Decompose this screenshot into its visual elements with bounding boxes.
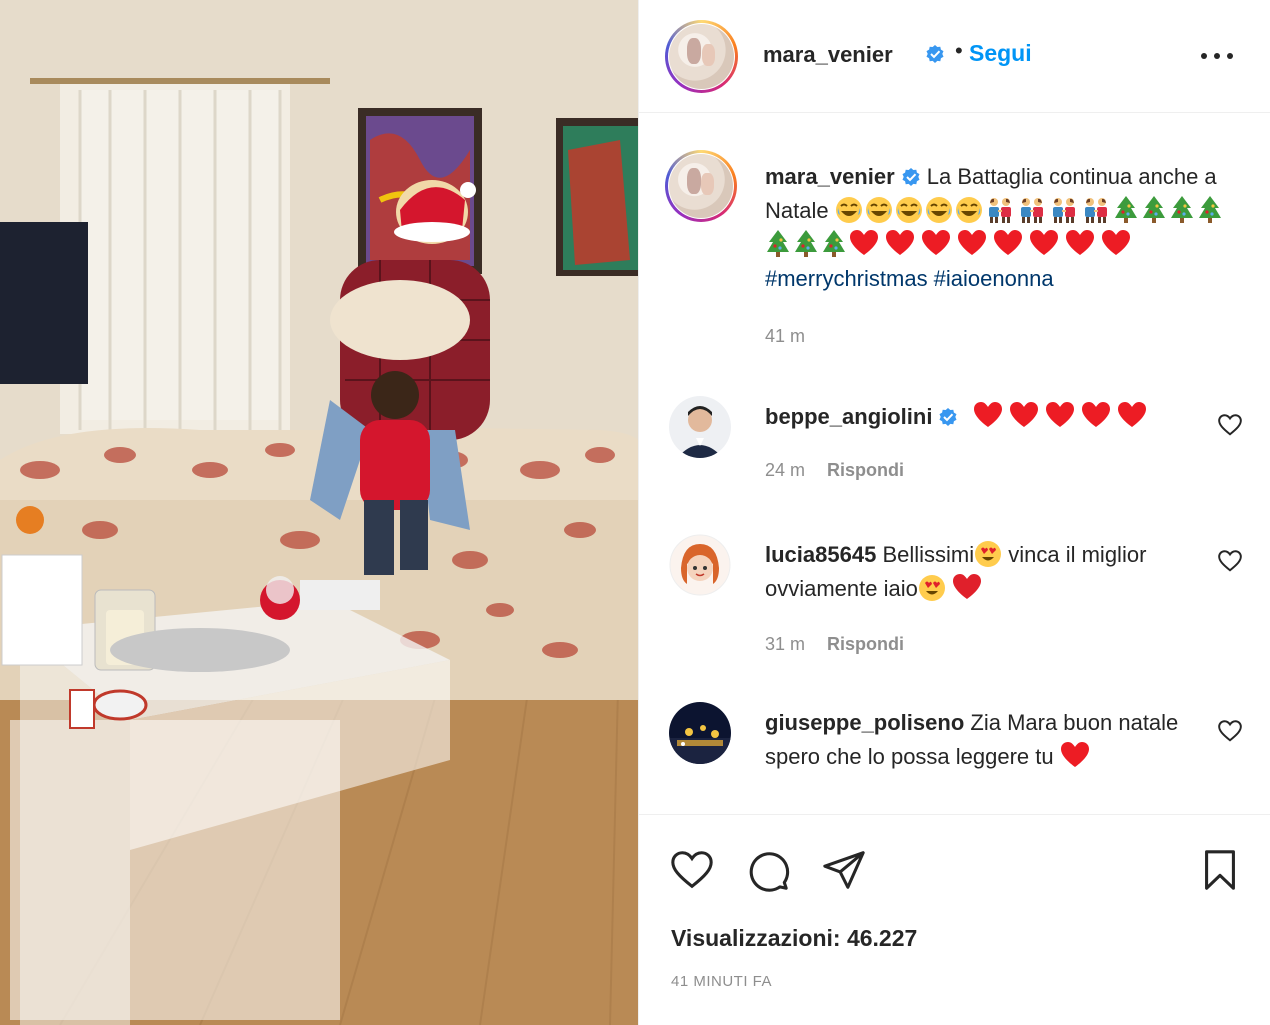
heart-emoji-group bbox=[849, 230, 1137, 257]
red-heart-emoji-icon bbox=[994, 230, 1022, 255]
commenter-avatar[interactable] bbox=[669, 396, 731, 458]
christmas-tree-emoji-icon bbox=[1114, 196, 1137, 223]
heart-eyes-emoji-icon bbox=[975, 541, 1002, 567]
red-heart-emoji-icon bbox=[973, 402, 1002, 427]
red-heart-emoji-icon bbox=[953, 574, 981, 599]
author-username[interactable]: mara_venier bbox=[763, 42, 893, 68]
kids-holding-hands-emoji-icon bbox=[988, 198, 1011, 223]
verified-badge-icon bbox=[926, 45, 944, 63]
christmas-tree-emoji-icon bbox=[1170, 196, 1193, 223]
caption-time: 41 m bbox=[765, 326, 806, 346]
verified-badge-icon bbox=[902, 168, 920, 186]
heart-outline-icon[interactable] bbox=[669, 847, 715, 893]
red-heart-emoji-icon bbox=[1030, 230, 1058, 255]
heart-emoji-group bbox=[973, 402, 1153, 429]
red-heart-emoji-icon bbox=[1060, 742, 1089, 767]
instagram-post: mara_venier • Segui mara_venier La Batta… bbox=[0, 0, 1270, 1025]
comment-time: 24 m bbox=[765, 460, 806, 480]
caption-username[interactable]: mara_venier bbox=[765, 164, 895, 189]
post-actions: Visualizzazioni: 46.227 41 MINUTI FA bbox=[639, 814, 1270, 1025]
laughing-emoji-group bbox=[835, 197, 985, 223]
comment-time: 31 m bbox=[765, 634, 806, 654]
christmas-tree-emoji-icon bbox=[823, 230, 845, 257]
comment-text-a: Bellissimi bbox=[882, 542, 975, 567]
comment-like-icon[interactable] bbox=[1217, 412, 1243, 438]
kids-holding-hands-emoji-icon bbox=[1084, 198, 1107, 223]
heart-emoji-group bbox=[1060, 742, 1096, 769]
red-heart-emoji-icon bbox=[1117, 402, 1146, 427]
red-heart-emoji-icon bbox=[958, 230, 986, 255]
caption-hashtags[interactable]: #merrychristmas #iaioenonna bbox=[765, 266, 1054, 291]
bookmark-icon[interactable] bbox=[1197, 847, 1243, 893]
red-heart-emoji-icon bbox=[1066, 230, 1094, 255]
christmas-tree-emoji-icon bbox=[1142, 196, 1165, 223]
post-video[interactable] bbox=[0, 0, 638, 1025]
comment-body: beppe_angiolini bbox=[765, 400, 1195, 434]
living-room-scene bbox=[0, 0, 638, 1025]
laughing-emoji-icon bbox=[835, 197, 862, 223]
christmas-tree-emoji-icon bbox=[795, 230, 817, 257]
commenter-username[interactable]: beppe_angiolini bbox=[765, 404, 932, 429]
comment-like-icon[interactable] bbox=[1217, 548, 1243, 574]
post-sidebar: mara_venier • Segui mara_venier La Batta… bbox=[638, 0, 1270, 1025]
heart-eyes-emoji-icon bbox=[918, 575, 945, 601]
red-heart-emoji-icon bbox=[1081, 402, 1110, 427]
caption-avatar[interactable] bbox=[665, 150, 737, 222]
comment-meta: 31 m Rispondi bbox=[765, 634, 904, 655]
reply-button[interactable]: Rispondi bbox=[827, 460, 904, 480]
post-timestamp[interactable]: 41 MINUTI FA bbox=[671, 973, 772, 990]
laughing-emoji-icon bbox=[865, 197, 892, 223]
christmas-tree-emoji-icon bbox=[767, 230, 789, 257]
post-header: mara_venier • Segui bbox=[639, 0, 1270, 113]
views-count[interactable]: Visualizzazioni: 46.227 bbox=[671, 925, 917, 952]
comment-meta: 24 m Rispondi bbox=[765, 460, 904, 481]
follow-button[interactable]: Segui bbox=[969, 40, 1032, 67]
laughing-emoji-icon bbox=[955, 197, 982, 223]
comment-body: lucia85645 Bellissimi vinca il miglior o… bbox=[765, 538, 1195, 606]
kids-holding-hands-emoji-icon bbox=[1020, 198, 1043, 223]
red-heart-emoji-icon bbox=[1009, 402, 1038, 427]
comment-like-icon[interactable] bbox=[1217, 718, 1243, 744]
laughing-emoji-icon bbox=[895, 197, 922, 223]
header-separator: • bbox=[955, 38, 963, 63]
verified-badge-icon bbox=[939, 408, 957, 426]
commenter-username[interactable]: lucia85645 bbox=[765, 542, 876, 567]
laughing-emoji-icon bbox=[925, 197, 952, 223]
comments-area[interactable]: mara_venier La Battaglia continua anche … bbox=[639, 114, 1270, 814]
commenter-avatar[interactable] bbox=[669, 702, 731, 764]
red-heart-emoji-icon bbox=[850, 230, 878, 255]
kids-emoji-group bbox=[985, 198, 1113, 223]
red-heart-emoji-icon bbox=[922, 230, 950, 255]
red-heart-emoji-icon bbox=[1045, 402, 1074, 427]
more-options-icon[interactable] bbox=[1199, 40, 1235, 70]
commenter-avatar[interactable] bbox=[669, 534, 731, 596]
reply-button[interactable]: Rispondi bbox=[827, 634, 904, 654]
red-heart-emoji-icon bbox=[1102, 230, 1130, 255]
caption-text: mara_venier La Battaglia continua anche … bbox=[765, 160, 1245, 296]
author-avatar[interactable] bbox=[665, 20, 738, 93]
comment-body: giuseppe_poliseno Zia Mara buon natale s… bbox=[765, 706, 1195, 774]
commenter-username[interactable]: giuseppe_poliseno bbox=[765, 710, 964, 735]
christmas-tree-emoji-icon bbox=[1198, 196, 1221, 223]
kids-holding-hands-emoji-icon bbox=[1052, 198, 1075, 223]
red-heart-emoji-icon bbox=[886, 230, 914, 255]
comment-bubble-icon[interactable] bbox=[745, 847, 791, 893]
paper-plane-icon[interactable] bbox=[821, 847, 867, 893]
